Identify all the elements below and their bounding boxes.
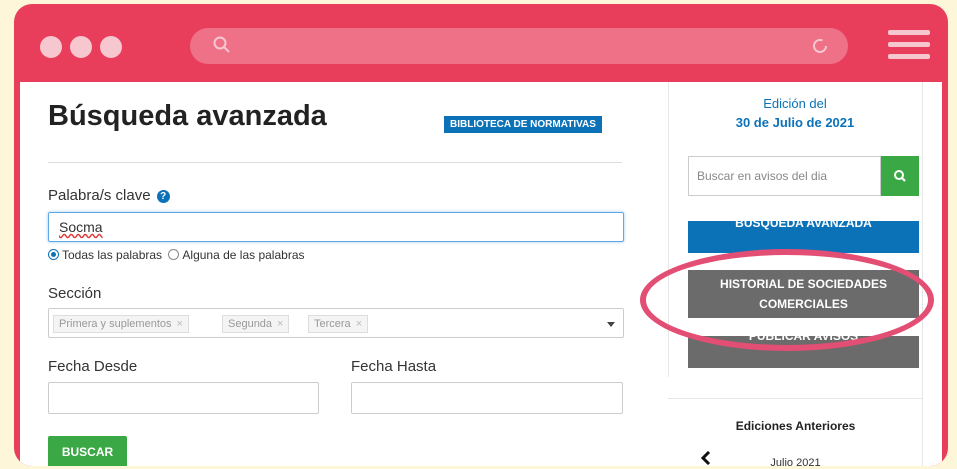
radio-any-words-label: Alguna de las palabras: [182, 248, 305, 262]
reload-icon[interactable]: [810, 36, 830, 56]
caret-down-icon[interactable]: [607, 322, 615, 327]
hamburger-menu-icon[interactable]: [888, 30, 930, 62]
help-icon[interactable]: ?: [156, 190, 170, 203]
keyword-input[interactable]: Socma: [48, 212, 624, 242]
divider: [48, 162, 622, 163]
date-to-label: Fecha Hasta: [351, 358, 437, 375]
library-badge-link[interactable]: BIBLIOTECA DE NORMATIVAS: [444, 116, 602, 133]
advanced-search-button[interactable]: BÚSQUEDA AVANZADA: [688, 221, 919, 253]
previous-editions-title: Ediciones Anteriores: [735, 419, 856, 433]
advanced-search-label: BÚSQUEDA AVANZADA: [735, 221, 872, 230]
section-tag[interactable]: Tercera ×: [308, 315, 369, 333]
window-dot[interactable]: [70, 36, 92, 58]
search-icon: [894, 170, 906, 182]
edition-label: Edición del: [763, 96, 827, 111]
previous-editions-panel: Ediciones Anteriores Julio 2021: [668, 398, 923, 466]
section-tag-label: Segunda: [228, 318, 273, 330]
remove-tag-icon[interactable]: ×: [356, 318, 362, 330]
remove-tag-icon[interactable]: ×: [277, 318, 283, 330]
radio-any-words[interactable]: [168, 249, 180, 260]
radio-all-words[interactable]: [48, 249, 59, 260]
window-dot[interactable]: [100, 36, 122, 58]
window-dot[interactable]: [40, 36, 62, 58]
section-tag-label: Tercera: [314, 318, 351, 330]
highlight-ellipse: [640, 249, 934, 351]
keyword-label-text: Palabra/s clave: [48, 187, 151, 204]
daily-notices-search: Buscar en avisos del dia: [688, 156, 919, 196]
date-from-input[interactable]: [48, 382, 319, 414]
radio-all-words-label: Todas las palabras: [62, 248, 163, 262]
section-tag[interactable]: Segunda ×: [222, 315, 290, 333]
browser-window: Búsqueda avanzada BIBLIOTECA DE NORMATIV…: [14, 4, 948, 466]
advanced-search-form: Búsqueda avanzada BIBLIOTECA DE NORMATIV…: [20, 82, 650, 466]
edition-date: 30 de Julio de 2021: [735, 115, 855, 130]
address-bar[interactable]: [190, 28, 848, 64]
section-multiselect[interactable]: Primera y suplementos × Segunda × Tercera ×: [48, 308, 624, 338]
search-icon: [213, 36, 230, 53]
remove-tag-icon[interactable]: ×: [177, 318, 183, 330]
daily-search-input[interactable]: Buscar en avisos del dia: [688, 156, 881, 196]
section-tag-label: Primera y suplementos: [59, 318, 172, 330]
match-mode-radios: Todas las palabras Alguna de las palabra…: [48, 248, 305, 262]
keyword-input-value: Socma: [59, 219, 103, 235]
date-from-label: Fecha Desde: [48, 358, 138, 375]
search-submit-button[interactable]: BUSCAR: [48, 436, 127, 466]
daily-search-button[interactable]: [881, 156, 919, 196]
section-label: Sección: [48, 285, 102, 302]
calendar-month: Julio 2021: [770, 457, 821, 466]
browser-toolbar: [14, 4, 948, 82]
section-tag[interactable]: Primera y suplementos ×: [53, 315, 189, 333]
keyword-label: Palabra/s clave ?: [48, 187, 170, 204]
date-to-input[interactable]: [351, 382, 623, 414]
page-title: Búsqueda avanzada: [48, 100, 327, 132]
